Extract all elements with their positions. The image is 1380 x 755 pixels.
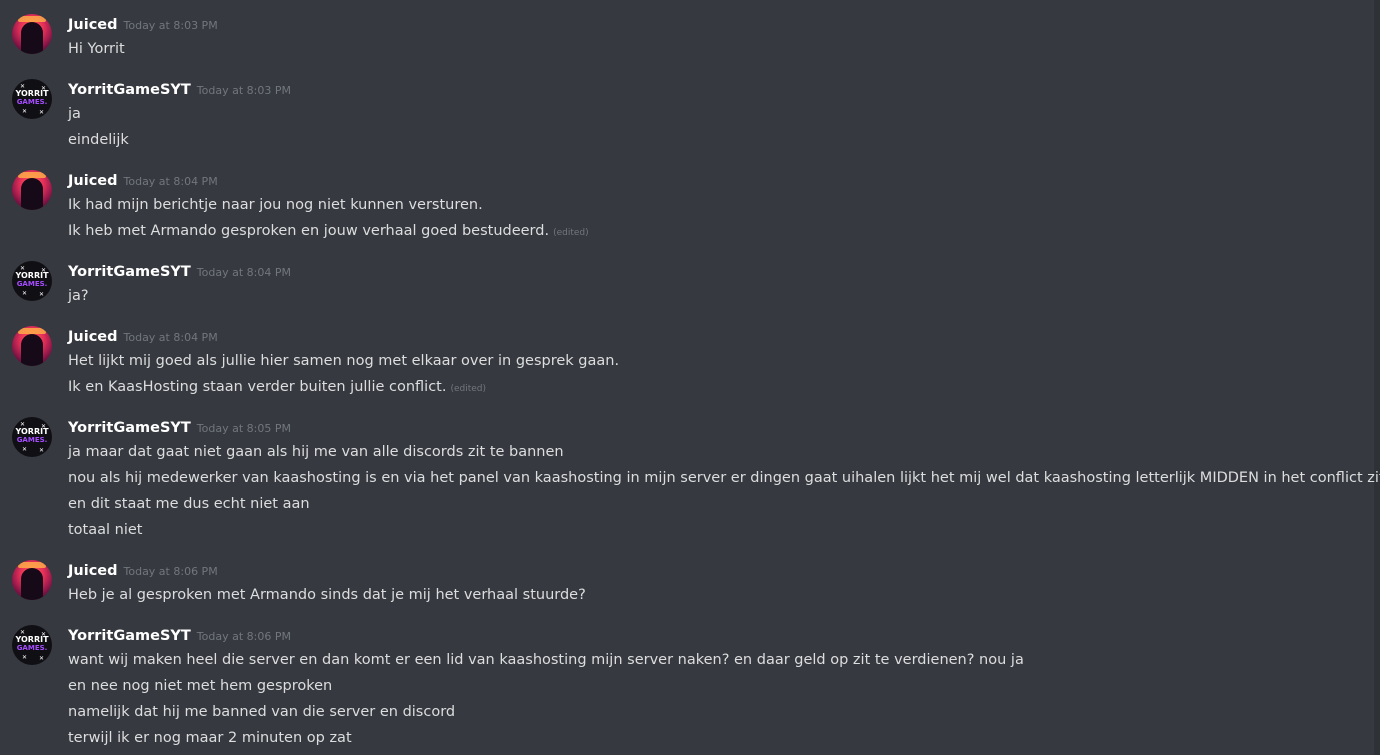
avatar-text: YORRIT — [15, 89, 49, 98]
author-name[interactable]: Juiced — [68, 329, 118, 345]
sparkle-icon: ✕ — [22, 654, 28, 661]
message-text: namelijk dat hij me banned van die serve… — [68, 704, 456, 720]
message-timestamp[interactable]: Today at 8:04 PM — [124, 175, 218, 188]
sparkle-icon: ✕ — [39, 655, 45, 662]
message-timestamp[interactable]: Today at 8:06 PM — [124, 565, 218, 578]
author-name[interactable]: Juiced — [68, 563, 118, 579]
message-text: ja — [68, 106, 81, 122]
sparkle-icon: ✕ — [39, 291, 45, 298]
avatar-text: YORRIT — [15, 427, 49, 436]
yorrit-avatar[interactable]: ✕ ✕ ✕ ✕ YORRIT GAMES. — [12, 261, 52, 301]
message-text: ja maar dat gaat niet gaan als hij me va… — [68, 444, 564, 460]
message-header: Juiced Today at 8:04 PM — [68, 326, 218, 348]
scrollbar[interactable] — [1374, 0, 1380, 755]
edited-tag: (edited) — [450, 384, 487, 394]
message-line: Ik heb met Armando gesproken en jouw ver… — [68, 218, 589, 244]
message-text: Hi Yorrit — [68, 41, 125, 57]
message-line: en nee nog niet met hem gesproken — [68, 673, 1024, 699]
message-line: eindelijk — [68, 127, 129, 153]
message-text: en nee nog niet met hem gesproken — [68, 678, 333, 694]
message-line: namelijk dat hij me banned van die serve… — [68, 699, 1024, 725]
sparkle-icon: ✕ — [22, 290, 28, 297]
message-line: Ik had mijn berichtje naar jou nog niet … — [68, 192, 589, 218]
message-text: nou als hij medewerker van kaashosting i… — [68, 470, 1380, 486]
message-header: Juiced Today at 8:06 PM — [68, 560, 218, 582]
message-line: Het lijkt mij goed als jullie hier samen… — [68, 348, 619, 374]
message-line: totaal niet — [68, 517, 1380, 543]
yorrit-avatar[interactable]: ✕ ✕ ✕ ✕ YORRIT GAMES. — [12, 625, 52, 665]
juiced-avatar[interactable] — [12, 14, 52, 54]
yorrit-avatar[interactable]: ✕ ✕ ✕ ✕ YORRIT GAMES. — [12, 79, 52, 119]
author-name[interactable]: Juiced — [68, 17, 118, 33]
message-header: Juiced Today at 8:04 PM — [68, 170, 218, 192]
avatar-text: YORRIT — [15, 271, 49, 280]
sparkle-icon: ✕ — [39, 447, 45, 454]
message-line: ja maar dat gaat niet gaan als hij me va… — [68, 439, 1380, 465]
message-header: Juiced Today at 8:03 PM — [68, 14, 218, 36]
hooded-figure-icon — [21, 334, 43, 366]
sparkle-icon: ✕ — [22, 446, 28, 453]
avatar-text: YORRIT — [15, 635, 49, 644]
message-text: Ik en KaasHosting staan verder buiten ju… — [68, 379, 447, 395]
message-text: terwijl ik er nog maar 2 minuten op zat — [68, 730, 352, 746]
avatar-text: GAMES. — [16, 644, 48, 652]
author-name[interactable]: Juiced — [68, 173, 118, 189]
message-timestamp[interactable]: Today at 8:03 PM — [197, 84, 291, 97]
author-name[interactable]: YorritGameSYT — [68, 420, 191, 436]
author-name[interactable]: YorritGameSYT — [68, 628, 191, 644]
message-text: totaal niet — [68, 522, 143, 538]
sparkle-icon: ✕ — [22, 108, 28, 115]
message-header: YorritGameSYT Today at 8:05 PM — [68, 417, 291, 439]
message-text: en dit staat me dus echt niet aan — [68, 496, 310, 512]
message-text: Heb je al gesproken met Armando sinds da… — [68, 587, 586, 603]
message-header: YorritGameSYT Today at 8:04 PM — [68, 261, 291, 283]
author-name[interactable]: YorritGameSYT — [68, 82, 191, 98]
avatar-text: GAMES. — [16, 436, 48, 444]
message-timestamp[interactable]: Today at 8:05 PM — [197, 422, 291, 435]
message-header: YorritGameSYT Today at 8:03 PM — [68, 79, 291, 101]
sparkle-icon: ✕ — [39, 109, 45, 116]
message-text: Het lijkt mij goed als jullie hier samen… — [68, 353, 620, 369]
juiced-avatar[interactable] — [12, 326, 52, 366]
message-line: Ik en KaasHosting staan verder buiten ju… — [68, 374, 619, 400]
message-line: want wij maken heel die server en dan ko… — [68, 647, 1024, 673]
message-text: want wij maken heel die server en dan ko… — [68, 652, 1024, 668]
message-text: ja? — [68, 288, 89, 304]
message-line: terwijl ik er nog maar 2 minuten op zat — [68, 725, 1024, 751]
message-line: ja? — [68, 283, 89, 309]
message-timestamp[interactable]: Today at 8:04 PM — [124, 331, 218, 344]
hooded-figure-icon — [21, 22, 43, 54]
avatar-text: GAMES. — [16, 98, 48, 106]
hooded-figure-icon — [21, 568, 43, 600]
message-text: Ik heb met Armando gesproken en jouw ver… — [68, 223, 550, 239]
yorrit-avatar[interactable]: ✕ ✕ ✕ ✕ YORRIT GAMES. — [12, 417, 52, 457]
hooded-figure-icon — [21, 178, 43, 210]
message-header: YorritGameSYT Today at 8:06 PM — [68, 625, 291, 647]
message-line: ja — [68, 101, 129, 127]
message-timestamp[interactable]: Today at 8:04 PM — [197, 266, 291, 279]
message-timestamp[interactable]: Today at 8:06 PM — [197, 630, 291, 643]
message-text: Ik had mijn berichtje naar jou nog niet … — [68, 197, 483, 213]
author-name[interactable]: YorritGameSYT — [68, 264, 191, 280]
message-line: en dit staat me dus echt niet aan — [68, 491, 1380, 517]
chat-messages-pane[interactable]: Juiced Today at 8:03 PM Hi Yorrit ✕ ✕ ✕ ✕… — [0, 0, 1380, 755]
message-line: Heb je al gesproken met Armando sinds da… — [68, 582, 586, 608]
message-line: Hi Yorrit — [68, 36, 125, 62]
avatar-text: GAMES. — [16, 280, 48, 288]
edited-tag: (edited) — [553, 228, 589, 238]
juiced-avatar[interactable] — [12, 560, 52, 600]
juiced-avatar[interactable] — [12, 170, 52, 210]
message-line: nou als hij medewerker van kaashosting i… — [68, 465, 1380, 491]
message-text: eindelijk — [68, 132, 129, 148]
message-timestamp[interactable]: Today at 8:03 PM — [124, 19, 218, 32]
